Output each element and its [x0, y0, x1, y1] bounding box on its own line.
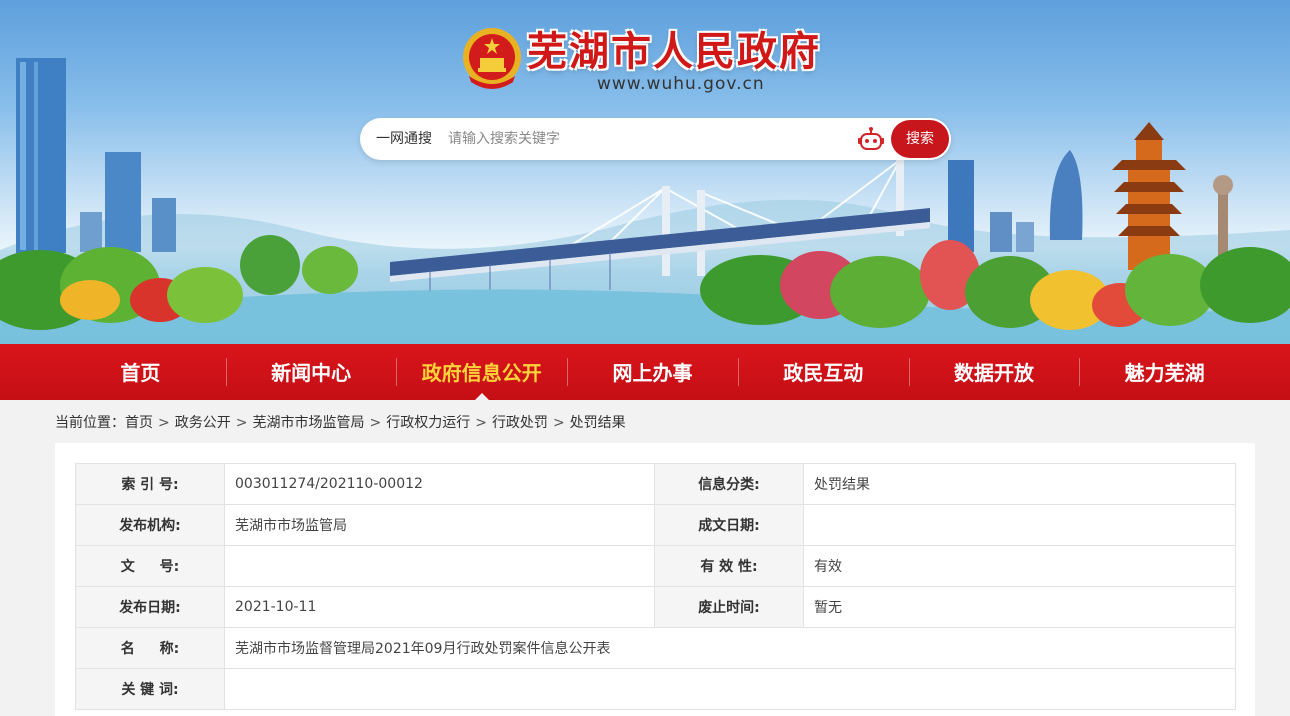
index-label: 索 引 号:: [75, 463, 225, 505]
breadcrumb-separator: >: [475, 415, 487, 431]
index-value: 003011274/202110-00012: [224, 463, 655, 505]
breadcrumb-prefix: 当前位置：: [55, 415, 125, 431]
breadcrumb-separator: >: [158, 415, 170, 431]
breadcrumb-item[interactable]: 芜湖市市场监管局: [252, 415, 364, 431]
search-button[interactable]: 搜索: [891, 120, 949, 158]
breadcrumb: 当前位置：首页 > 政务公开 > 芜湖市市场监管局 > 行政权力运行 > 行政处罚 > 处罚结果: [55, 413, 626, 433]
site-logo[interactable]: 芜湖市人民政府 www.wuhu.gov.cn: [461, 26, 861, 96]
header-banner: 芜湖市人民政府 www.wuhu.gov.cn 一网通搜 搜索: [0, 0, 1290, 344]
expire-date-value: 暂无: [803, 586, 1236, 628]
search-bar: 一网通搜 搜索: [360, 118, 951, 160]
nav-item-home[interactable]: 首页: [55, 344, 226, 400]
site-title: 芜湖市人民政府: [527, 29, 821, 75]
table-row: 发布日期: 2021-10-11 废止时间: 暂无: [75, 586, 1236, 628]
title-label: 名 称:: [75, 627, 225, 669]
breadcrumb-separator: >: [369, 415, 382, 431]
breadcrumb-item[interactable]: 政务公开: [175, 415, 231, 431]
doc-number-label: 文 号:: [75, 545, 225, 587]
robot-assistant-icon[interactable]: [857, 126, 885, 154]
expire-date-label: 废止时间:: [654, 586, 804, 628]
table-row: 发布机构: 芜湖市市场监管局 成文日期:: [75, 504, 1236, 546]
breadcrumb-item[interactable]: 首页: [125, 415, 153, 431]
nav-item-open-data[interactable]: 数据开放: [908, 344, 1080, 400]
table-row: 关 键 词:: [75, 668, 1236, 710]
validity-label: 有 效 性:: [654, 545, 804, 587]
breadcrumb-separator: >: [552, 415, 565, 431]
keywords-value: [224, 668, 1236, 710]
publisher-value: 芜湖市市场监管局: [224, 504, 655, 546]
table-row: 文 号: 有 效 性: 有效: [75, 545, 1236, 587]
publish-date-value: 2021-10-11: [224, 586, 655, 628]
category-value: 处罚结果: [803, 463, 1236, 505]
national-emblem-icon: [463, 28, 521, 89]
breadcrumb-separator: >: [235, 415, 248, 431]
publish-date-label: 发布日期:: [75, 586, 225, 628]
created-date-label: 成文日期:: [654, 504, 804, 546]
keywords-label: 关 键 词:: [75, 668, 225, 710]
search-input[interactable]: [448, 126, 828, 152]
nav-item-charm-wuhu[interactable]: 魅力芜湖: [1079, 344, 1250, 400]
doc-number-value: [224, 545, 655, 587]
category-label: 信息分类:: [654, 463, 804, 505]
validity-value: 有效: [803, 545, 1236, 587]
breadcrumb-item[interactable]: 处罚结果: [570, 415, 626, 431]
nav-item-gov-info[interactable]: 政府信息公开: [396, 344, 567, 400]
breadcrumb-item[interactable]: 行政处罚: [492, 415, 548, 431]
nav-item-news[interactable]: 新闻中心: [225, 344, 397, 400]
info-table: 索 引 号: 003011274/202110-00012 信息分类: 处罚结果…: [75, 463, 1236, 710]
nav-item-online-service[interactable]: 网上办事: [567, 344, 738, 400]
info-panel: 索 引 号: 003011274/202110-00012 信息分类: 处罚结果…: [55, 443, 1255, 716]
search-scope-label[interactable]: 一网通搜: [376, 118, 432, 160]
nav-item-interaction[interactable]: 政民互动: [737, 344, 909, 400]
main-nav: 首页 新闻中心 政府信息公开 网上办事 政民互动 数据开放 魅力芜湖: [0, 344, 1290, 400]
publisher-label: 发布机构:: [75, 504, 225, 546]
table-row: 索 引 号: 003011274/202110-00012 信息分类: 处罚结果: [75, 463, 1236, 505]
created-date-value: [803, 504, 1236, 546]
title-value: 芜湖市市场监督管理局2021年09月行政处罚案件信息公开表: [224, 627, 1236, 669]
site-url: www.wuhu.gov.cn: [597, 74, 765, 94]
table-row: 名 称: 芜湖市市场监督管理局2021年09月行政处罚案件信息公开表: [75, 627, 1236, 669]
breadcrumb-item[interactable]: 行政权力运行: [386, 415, 470, 431]
